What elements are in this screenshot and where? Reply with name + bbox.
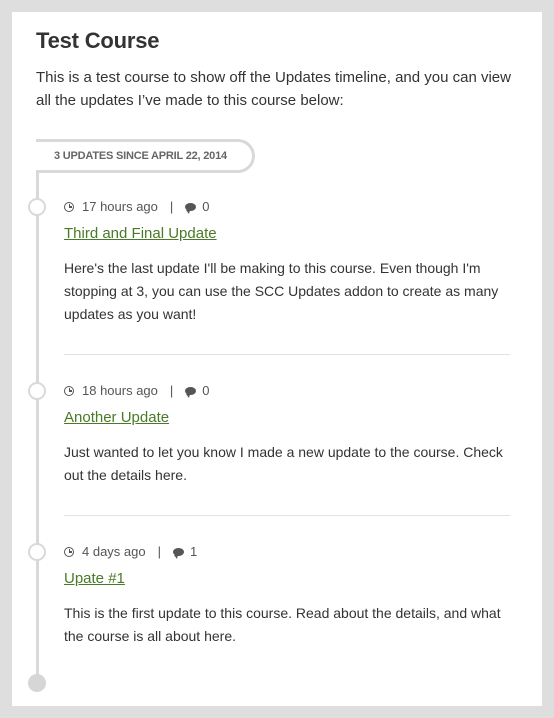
update-body: Just wanted to let you know I made a new… bbox=[64, 444, 503, 483]
update-meta: 17 hours ago | 0 bbox=[64, 197, 210, 215]
clock-icon bbox=[64, 201, 74, 212]
timeline-dot bbox=[28, 382, 46, 400]
timeline-line bbox=[36, 139, 39, 685]
meta-separator: | bbox=[169, 382, 174, 398]
meta-separator: | bbox=[157, 543, 161, 559]
course-title: Test Course bbox=[36, 28, 160, 53]
update-body: This is the first update to this course.… bbox=[64, 605, 501, 644]
comment-icon bbox=[185, 386, 197, 398]
comment-count: 1 bbox=[190, 543, 198, 559]
timeline-dot bbox=[28, 543, 46, 561]
update-divider bbox=[64, 515, 510, 516]
course-intro: This is a test course to show off the Up… bbox=[36, 69, 511, 109]
timeline-end-dot bbox=[28, 674, 46, 692]
updates-since-label: 3 UPDATES SINCE APRIL 22, 2014 bbox=[36, 139, 255, 173]
update-divider bbox=[64, 354, 510, 355]
meta-separator: | bbox=[169, 198, 174, 214]
update-title-link[interactable]: Third and Final Update bbox=[64, 225, 217, 242]
update-title-link[interactable]: Upate #1 bbox=[64, 570, 125, 587]
update-meta: 4 days ago | 1 bbox=[64, 542, 197, 560]
clock-icon bbox=[64, 385, 74, 396]
clock-icon bbox=[64, 546, 74, 557]
update-time: 17 hours ago bbox=[82, 198, 158, 214]
update-body: Here's the last update I'll be making to… bbox=[64, 260, 499, 322]
comment-count: 0 bbox=[202, 198, 210, 214]
timeline-dot bbox=[28, 198, 46, 216]
update-time: 18 hours ago bbox=[82, 382, 158, 398]
comment-icon bbox=[173, 547, 184, 559]
update-time: 4 days ago bbox=[82, 543, 146, 559]
comment-icon bbox=[185, 202, 197, 214]
comment-count: 0 bbox=[202, 382, 210, 398]
update-meta: 18 hours ago | 0 bbox=[64, 381, 210, 399]
update-title-link[interactable]: Another Update bbox=[64, 409, 169, 426]
course-card: Test Course This is a test course to sho… bbox=[12, 12, 542, 706]
